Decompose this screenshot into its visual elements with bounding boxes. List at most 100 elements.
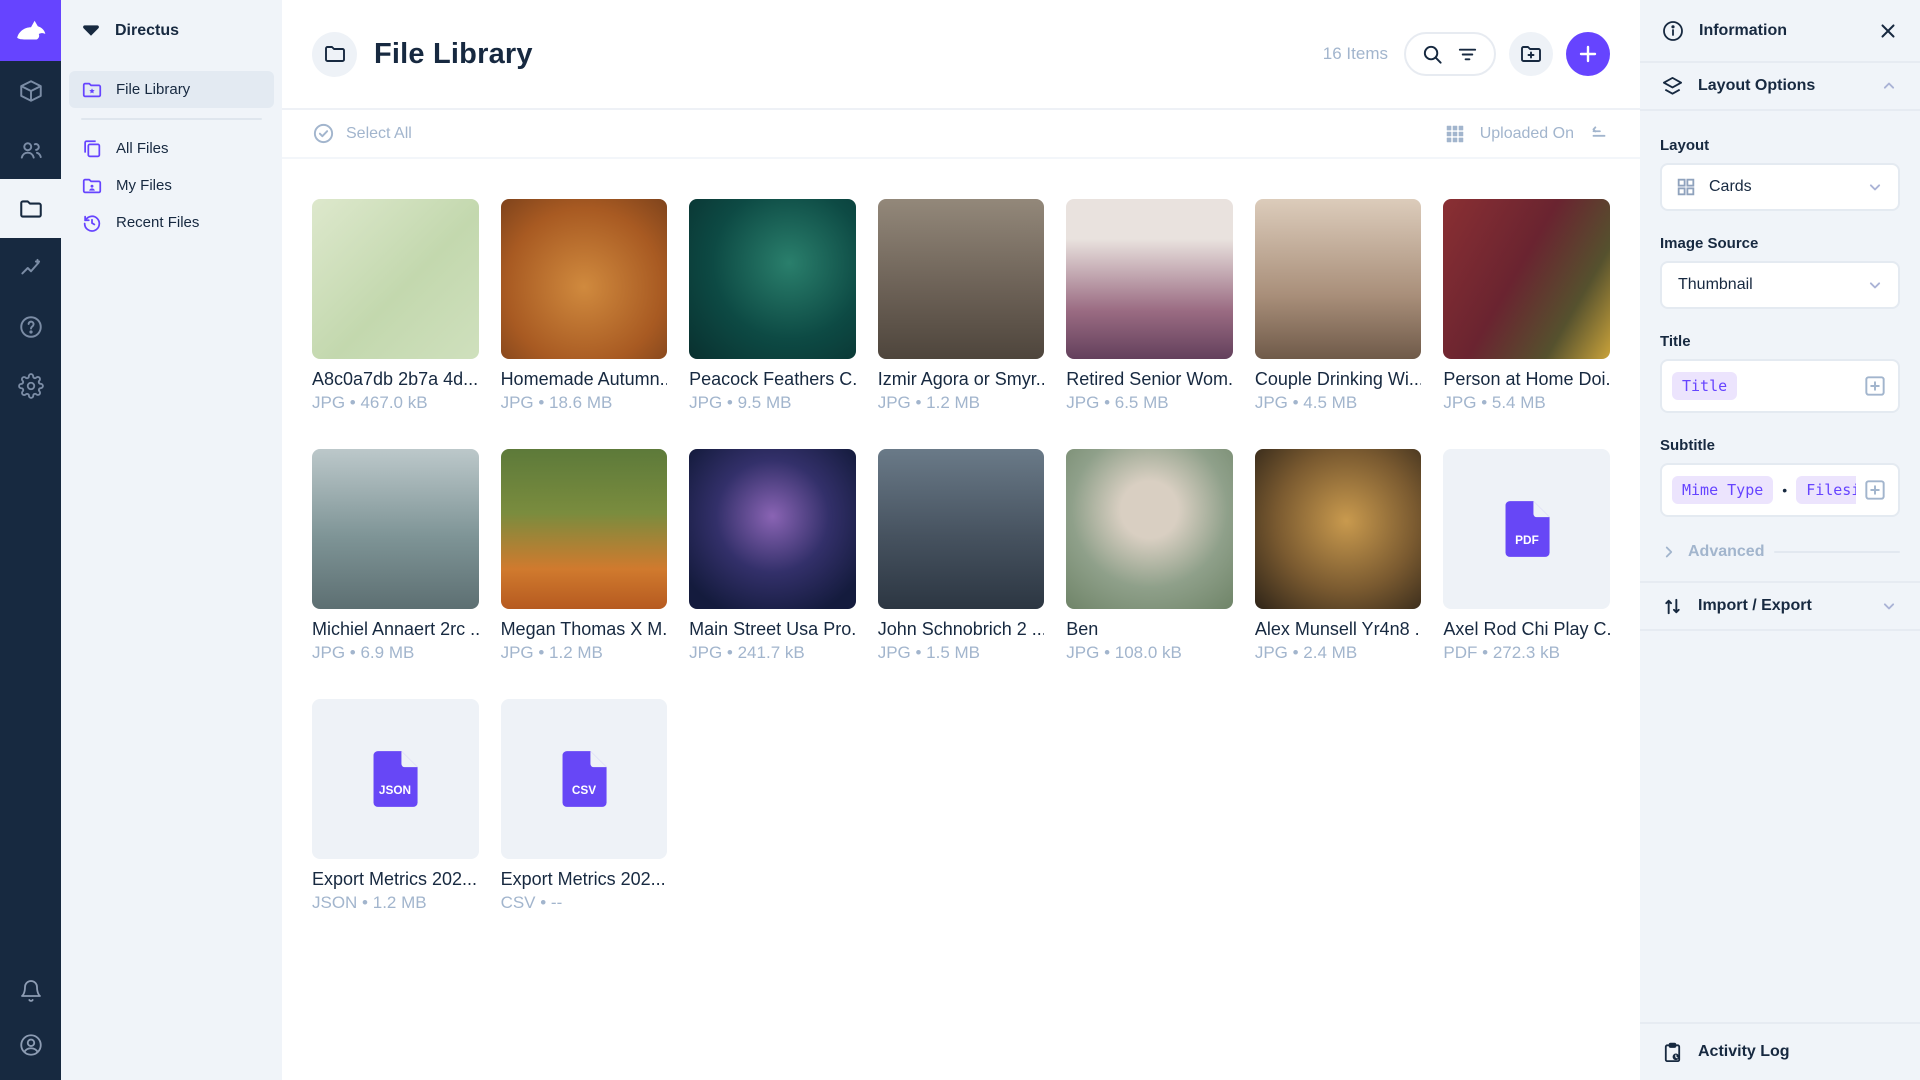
file-card[interactable]: John Schnobrich 2 ... JPG • 1.5 MB [878, 449, 1045, 663]
new-folder-button[interactable] [1509, 32, 1553, 76]
module-content[interactable] [0, 61, 61, 120]
nav-item-label: All Files [116, 140, 169, 157]
file-meta: JPG • 2.4 MB [1255, 643, 1422, 663]
file-card[interactable]: Ben JPG • 108.0 kB [1066, 449, 1233, 663]
file-thumbnail [1255, 449, 1422, 609]
svg-text:JSON: JSON [379, 783, 411, 797]
nav-item-label: File Library [116, 81, 190, 98]
add-field-icon[interactable] [1862, 373, 1888, 399]
file-card[interactable]: A8c0a7db 2b7a 4d... JPG • 467.0 kB [312, 199, 479, 413]
project-header[interactable]: Directus [61, 0, 282, 61]
filesize-chip[interactable]: Filesize [1796, 476, 1856, 504]
module-users[interactable] [0, 120, 61, 179]
file-card[interactable]: Peacock Feathers C... JPG • 9.5 MB [689, 199, 856, 413]
project-name: Directus [115, 22, 179, 40]
folder-icon [18, 196, 44, 222]
import-export-icon [1661, 595, 1684, 618]
file-title: Izmir Agora or Smyr... [878, 369, 1045, 390]
module-settings[interactable] [0, 356, 61, 415]
account-button[interactable] [0, 1018, 61, 1072]
close-icon[interactable] [1877, 20, 1899, 42]
user-circle-icon [18, 1032, 44, 1058]
add-file-button[interactable] [1566, 32, 1610, 76]
title-chip[interactable]: Title [1672, 372, 1737, 400]
file-card[interactable]: Megan Thomas X M... JPG • 1.2 MB [501, 449, 668, 663]
page-header: File Library 16 Items [282, 0, 1640, 110]
file-thumbnail [312, 199, 479, 359]
file-card[interactable]: Retired Senior Wom... JPG • 6.5 MB [1066, 199, 1233, 413]
file-meta: JPG • 108.0 kB [1066, 643, 1233, 663]
file-thumbnail [1443, 199, 1610, 359]
file-meta: JPG • 4.5 MB [1255, 393, 1422, 413]
sort-field-label[interactable]: Uploaded On [1480, 125, 1574, 143]
advanced-toggle[interactable]: Advanced [1660, 543, 1900, 561]
filter-icon[interactable] [1456, 43, 1479, 66]
document-icon: JSON [371, 750, 419, 808]
file-card[interactable]: Person at Home Doi... JPG • 5.4 MB [1443, 199, 1610, 413]
main-content: File Library 16 Items Select All [282, 0, 1640, 1080]
file-card[interactable]: Main Street Usa Pro... JPG • 241.7 kB [689, 449, 856, 663]
chevron-up-icon [1879, 76, 1899, 96]
file-meta: JPG • 5.4 MB [1443, 393, 1610, 413]
folder-plus-icon [1519, 42, 1543, 66]
file-thumbnail: PDF [1443, 449, 1610, 609]
advanced-divider [1774, 551, 1900, 553]
title-field-label: Title [1660, 333, 1900, 350]
file-card[interactable]: Alex Munsell Yr4n8 ... JPG • 2.4 MB [1255, 449, 1422, 663]
layout-select[interactable]: Cards [1660, 163, 1900, 211]
information-header: Information [1640, 0, 1920, 61]
file-card[interactable]: Couple Drinking Wi... JPG • 4.5 MB [1255, 199, 1422, 413]
select-all-button[interactable]: Select All [312, 122, 412, 145]
file-meta: JSON • 1.2 MB [312, 893, 479, 913]
nav-item-recent-files[interactable]: Recent Files [69, 204, 274, 241]
header-actions: 16 Items [1323, 32, 1610, 76]
title-field[interactable]: Title [1660, 359, 1900, 413]
file-title: Michiel Annaert 2rc ... [312, 619, 479, 640]
import-export-accordion[interactable]: Import / Export [1640, 581, 1920, 631]
file-title: John Schnobrich 2 ... [878, 619, 1045, 640]
layout-options-accordion[interactable]: Layout Options [1640, 61, 1920, 111]
file-card[interactable]: PDF Axel Rod Chi Play C... PDF • 272.3 k… [1443, 449, 1610, 663]
chevron-down-icon [1865, 275, 1885, 295]
insights-icon [18, 255, 44, 281]
nav-item-file-library[interactable]: File Library [69, 71, 274, 108]
chip-separator: • [1782, 482, 1787, 498]
image-source-value: Thumbnail [1675, 276, 1853, 294]
nav-item-all-files[interactable]: All Files [69, 130, 274, 167]
file-meta: JPG • 1.5 MB [878, 643, 1045, 663]
notifications-button[interactable] [0, 964, 61, 1018]
folder-star-icon [81, 79, 103, 101]
file-card[interactable]: CSV Export Metrics 202... CSV • -- [501, 699, 668, 913]
chevron-down-icon [1879, 596, 1899, 616]
directus-logo[interactable] [0, 0, 61, 61]
module-insights[interactable] [0, 238, 61, 297]
nav-list: File Library All Files My Files Recent F [61, 61, 282, 251]
page-icon-button[interactable] [312, 32, 357, 77]
module-help[interactable] [0, 297, 61, 356]
file-card[interactable]: JSON Export Metrics 202... JSON • 1.2 MB [312, 699, 479, 913]
activity-log-button[interactable]: Activity Log [1640, 1022, 1920, 1080]
file-card[interactable]: Homemade Autumn... JPG • 18.6 MB [501, 199, 668, 413]
file-meta: JPG • 467.0 kB [312, 393, 479, 413]
search-icon[interactable] [1421, 43, 1444, 66]
image-source-select[interactable]: Thumbnail [1660, 261, 1900, 309]
grid-view-icon[interactable] [1444, 123, 1466, 145]
file-title: Retired Senior Wom... [1066, 369, 1233, 390]
module-files[interactable] [0, 179, 61, 238]
nav-item-label: My Files [116, 177, 172, 194]
history-icon [81, 212, 103, 234]
layout-select-value: Cards [1709, 178, 1853, 196]
nav-item-label: Recent Files [116, 214, 199, 231]
file-thumbnail [501, 449, 668, 609]
sort-direction-icon[interactable] [1588, 123, 1610, 145]
add-field-icon[interactable] [1862, 477, 1888, 503]
mime-type-chip[interactable]: Mime Type [1672, 476, 1773, 504]
nav-item-my-files[interactable]: My Files [69, 167, 274, 204]
file-card[interactable]: Izmir Agora or Smyr... JPG • 1.2 MB [878, 199, 1045, 413]
subtitle-field[interactable]: Mime Type • Filesize [1660, 463, 1900, 517]
file-card[interactable]: Michiel Annaert 2rc ... JPG • 6.9 MB [312, 449, 479, 663]
select-all-label: Select All [346, 125, 412, 143]
file-title: Main Street Usa Pro... [689, 619, 856, 640]
copies-icon [81, 138, 103, 160]
project-icon [80, 20, 102, 42]
